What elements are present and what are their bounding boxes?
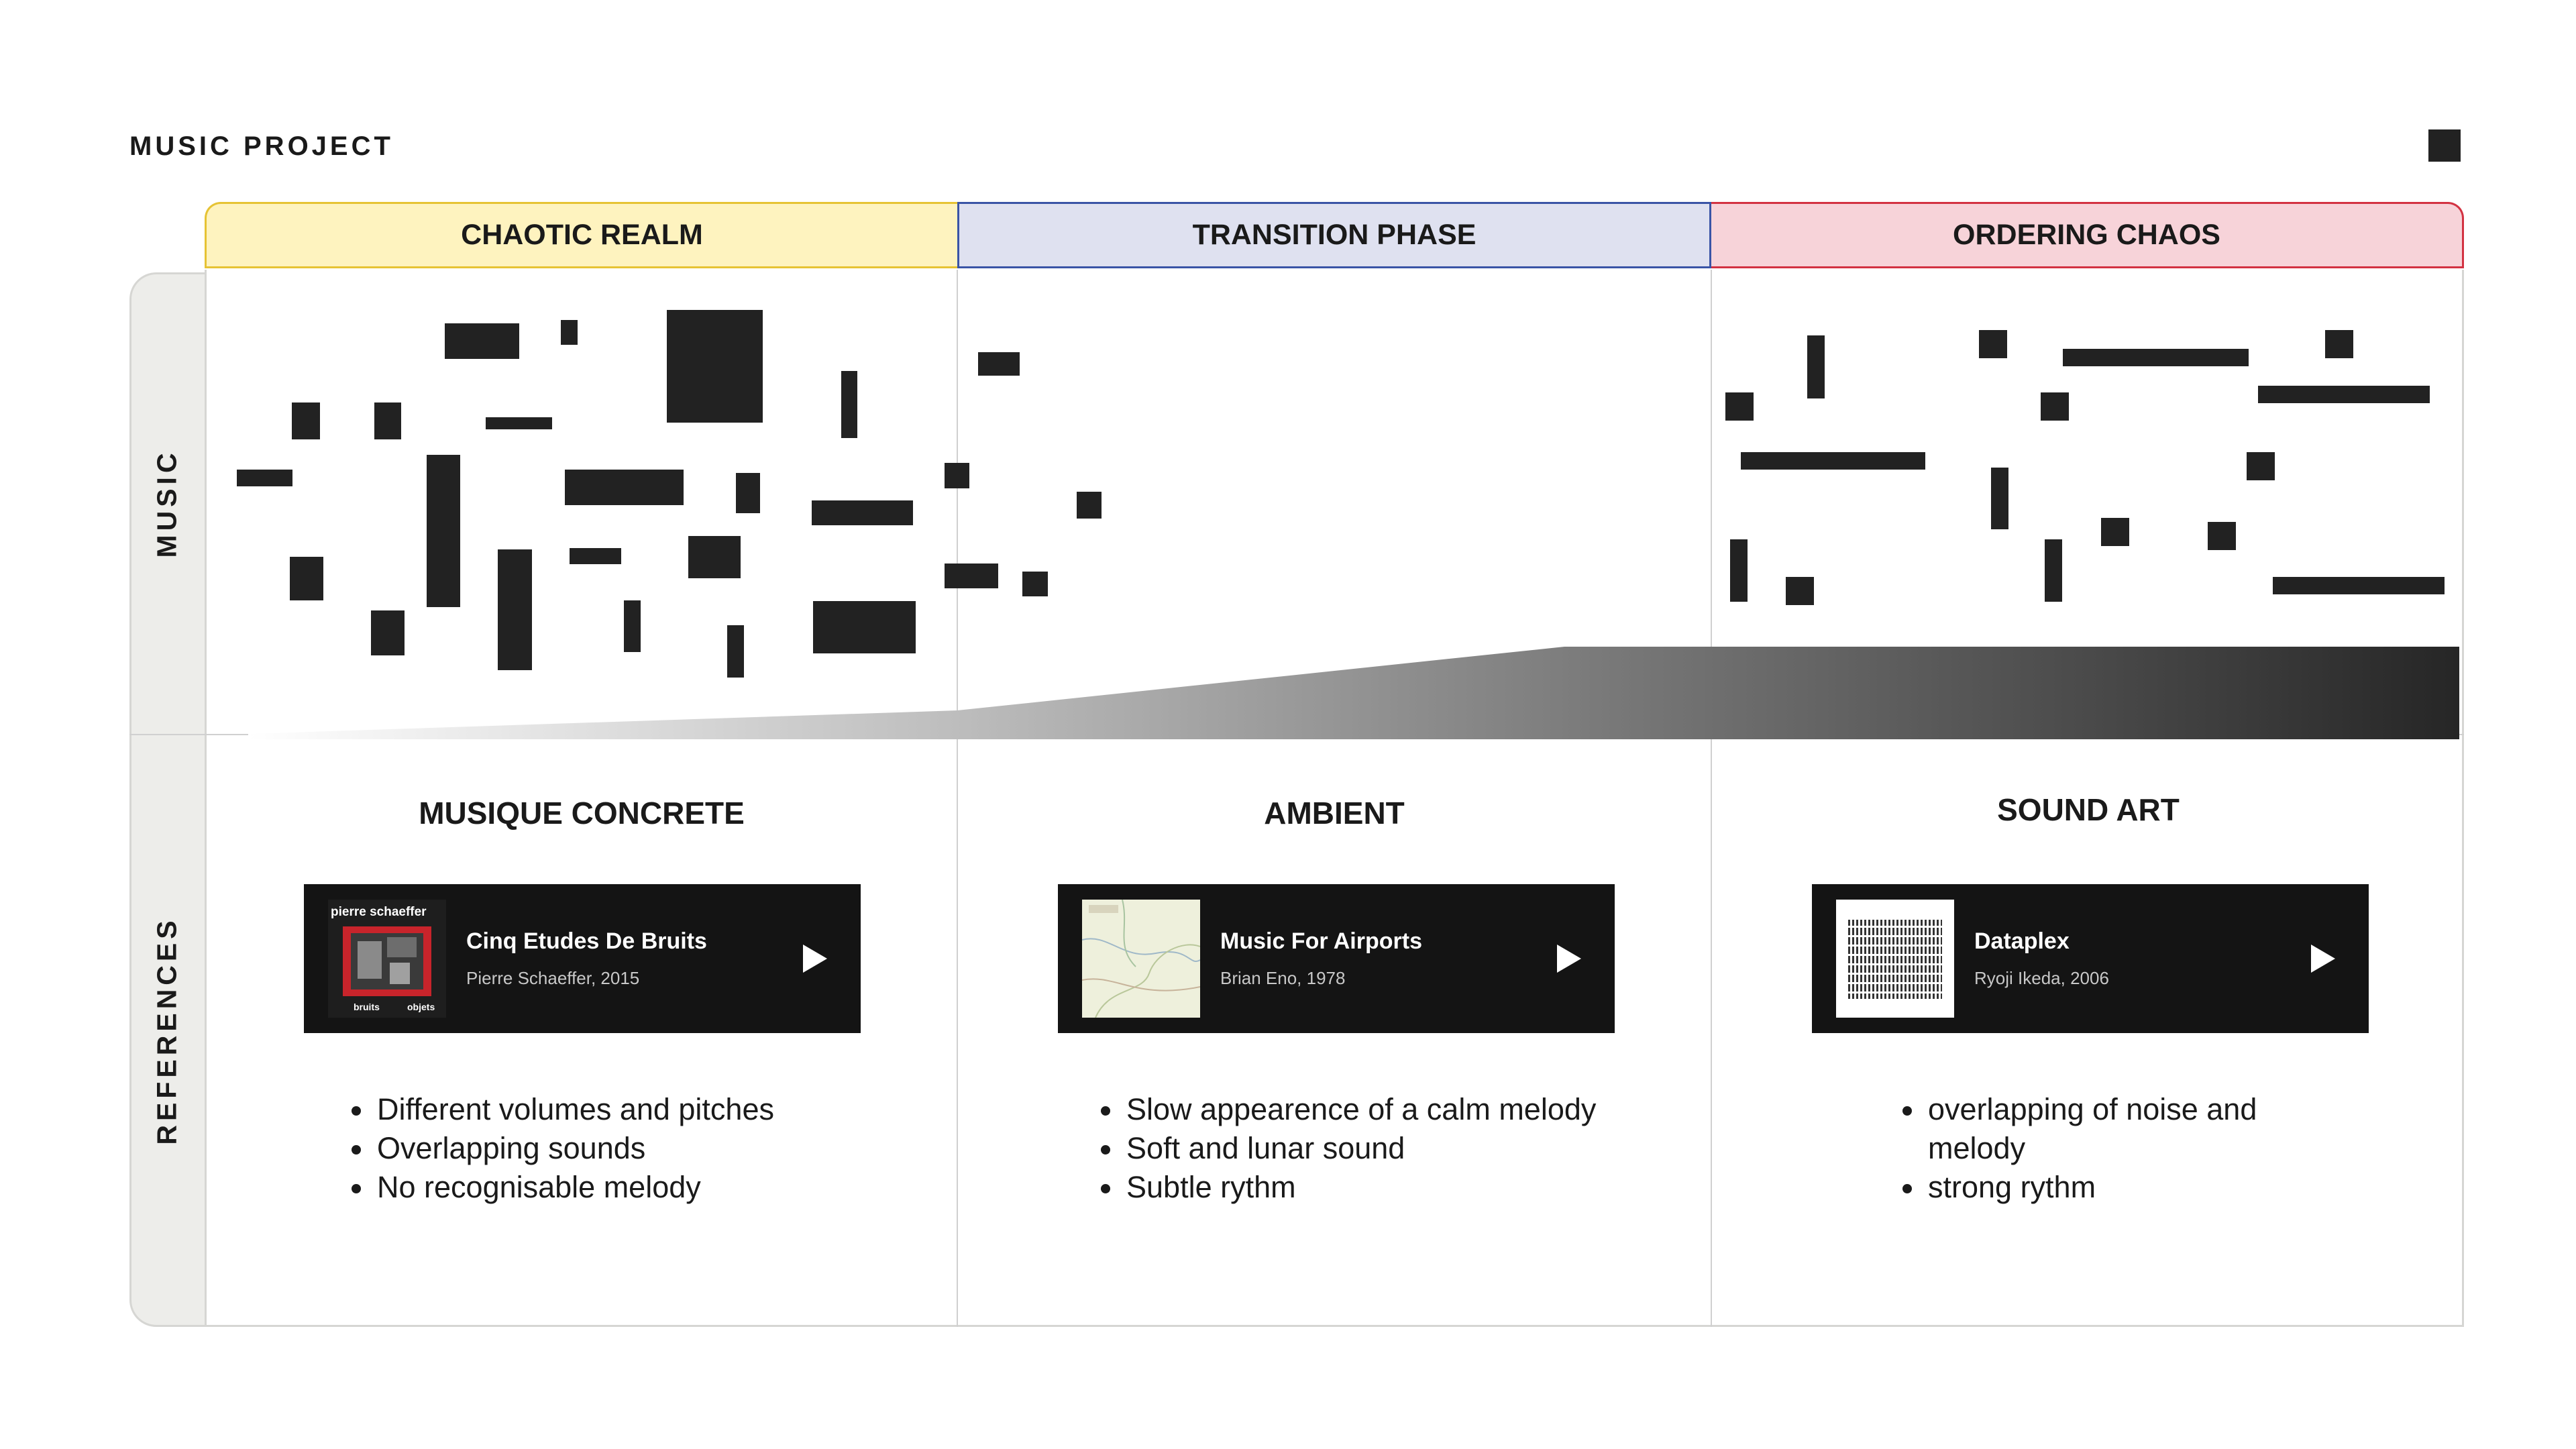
bullet-list-sound-art: overlapping of noise and melody strong r… [1892,1090,2301,1207]
sound-block [688,536,741,578]
sound-block [2045,539,2062,602]
album-cover-map-art [1082,900,1200,1018]
list-item: Subtle rythm [1124,1168,1596,1207]
sound-block [813,601,916,653]
intensity-wedge-shape [248,647,2459,739]
list-item: No recognisable melody [374,1168,774,1207]
sound-block [812,500,913,525]
music-player-cinq-etudes: pierre schaeffer bruits objets Cinq Etud… [304,884,861,1033]
list-item: strong rythm [1925,1168,2301,1207]
album-cover-bottom-left: bruits [354,1002,380,1012]
sound-block [1979,330,2007,358]
sound-block [498,549,532,670]
track-artist-year: Brian Eno, 1978 [1220,968,1346,988]
sound-block [2063,349,2249,366]
sound-block [736,473,760,513]
album-cover-artist: pierre schaeffer [331,905,427,919]
list-item: Soft and lunar sound [1124,1129,1596,1168]
sound-block [1807,335,1825,398]
album-cover-photo [351,933,423,989]
sound-block [237,470,292,486]
sound-block [2041,392,2069,421]
track-title: Music For Airports [1220,928,1422,954]
music-player-dataplex: Dataplex Ryoji Ikeda, 2006 [1812,884,2369,1033]
list-item: Overlapping sounds [374,1129,774,1168]
sound-block [1022,572,1048,596]
sound-block [2325,330,2353,358]
sound-block [1786,577,1814,605]
sound-block [292,402,320,439]
section-title-sound-art: SOUND ART [1997,792,2180,827]
sound-block [371,610,405,655]
sound-block [2101,518,2129,546]
album-cover-art [343,926,431,996]
bullet-list-ambient: Slow appearence of a calm melody Soft an… [1090,1090,1596,1207]
play-icon[interactable] [2311,945,2335,973]
list-item: Slow appearence of a calm melody [1124,1090,1596,1129]
intensity-wedge [248,647,2459,739]
album-cover-barcode-art [1848,920,1942,999]
sound-block [2258,386,2430,403]
section-title-musique-concrete: MUSIQUE CONCRETE [419,796,745,830]
sound-block [841,371,857,438]
sound-block [667,310,763,423]
play-icon[interactable] [803,945,827,973]
sound-block [2273,577,2445,594]
sound-block [1741,452,1925,470]
music-player-music-for-airports: Music For Airports Brian Eno, 1978 [1058,884,1615,1033]
album-cover [1082,900,1200,1018]
track-title: Dataplex [1974,928,2070,954]
sound-block [1077,492,1102,519]
sound-block [624,600,641,652]
sound-block [565,470,684,505]
sound-block [1991,468,2008,529]
track-title: Cinq Etudes De Bruits [466,928,707,954]
sound-block [445,323,519,359]
section-title-ambient: AMBIENT [1264,796,1405,830]
sound-block [945,463,969,488]
list-item: overlapping of noise and melody [1925,1090,2301,1168]
bullet-list-musique-concrete: Different volumes and pitches Overlappin… [341,1090,774,1207]
sound-block [1730,539,1748,602]
sound-block [945,564,998,588]
album-cover-bottom-right: objets [407,1002,435,1012]
sound-block [978,352,1020,376]
album-cover [1836,900,1954,1018]
sound-block [486,417,552,429]
sound-block [290,557,323,600]
sound-block [727,625,744,678]
play-icon[interactable] [1557,945,1581,973]
track-artist-year: Ryoji Ikeda, 2006 [1974,968,2109,988]
sound-block [427,455,460,607]
album-cover: pierre schaeffer bruits objets [328,900,446,1018]
track-artist-year: Pierre Schaeffer, 2015 [466,968,640,988]
sound-block [2208,522,2236,550]
sound-block [2247,452,2275,480]
sound-block [570,548,621,564]
sound-block [561,320,578,345]
sound-block [374,402,401,439]
sound-block [1725,392,1754,421]
list-item: Different volumes and pitches [374,1090,774,1129]
